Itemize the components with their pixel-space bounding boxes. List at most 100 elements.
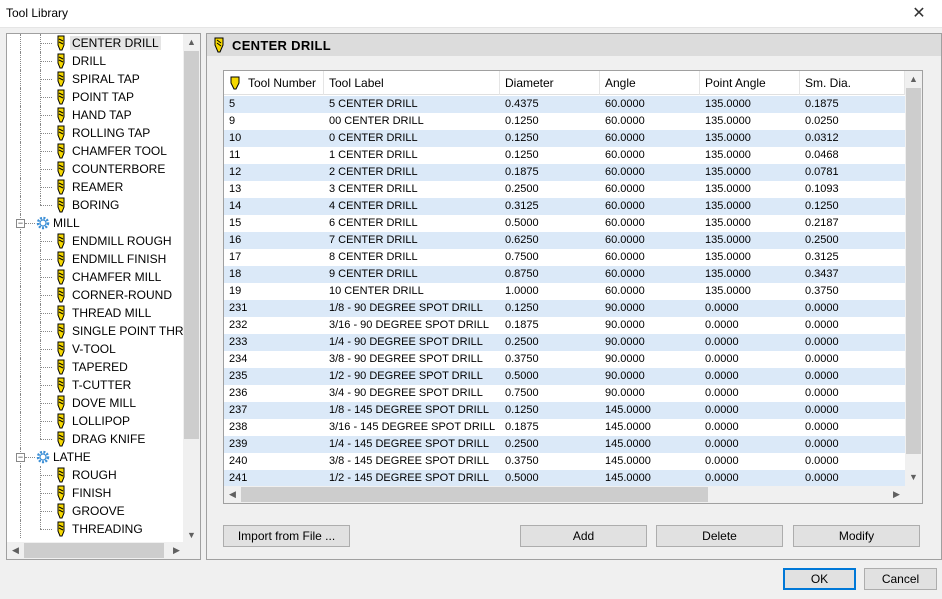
table-row[interactable]: 14 4 CENTER DRILL 0.3125 60.0000 135.0000 0.1…	[224, 198, 905, 215]
tool-grid[interactable]: Tool Number Tool Label Diameter Angle Po…	[223, 70, 923, 504]
tree-item[interactable]: THREADING	[7, 520, 185, 538]
tree-item[interactable]: LOLLIPOP	[7, 412, 185, 430]
tree-item[interactable]: BORING	[7, 196, 185, 214]
cell-angle: 145.0000	[605, 472, 651, 484]
tree-item[interactable]: SINGLE POINT THREA	[7, 322, 185, 340]
collapse-icon[interactable]: −	[16, 453, 25, 462]
cell-tool-label: 3/8 - 145 DEGREE SPOT DRILL	[329, 455, 489, 467]
table-row[interactable]: 235 1/2 - 90 DEGREE SPOT DRILL 0.5000 90.00…	[224, 368, 905, 385]
tree-item[interactable]: SPIRAL TAP	[7, 70, 185, 88]
grid-horizontal-scrollbar[interactable]: ◀ ▶	[224, 486, 905, 503]
delete-button[interactable]: Delete	[656, 525, 783, 547]
tree-item[interactable]: ROLLING TAP	[7, 124, 185, 142]
table-row[interactable]: 241 1/2 - 145 DEGREE SPOT DRILL 0.5000 145.…	[224, 470, 905, 486]
table-row[interactable]: 240 3/8 - 145 DEGREE SPOT DRILL 0.3750 145.…	[224, 453, 905, 470]
import-from-file-button[interactable]: Import from File ...	[223, 525, 350, 547]
tool-category-tree[interactable]: CENTER DRILL DRILL SPIRAL TAP POINT TAP HAND…	[6, 33, 201, 560]
table-row[interactable]: 18 9 CENTER DRILL 0.8750 60.0000 135.0000 0.3…	[224, 266, 905, 283]
table-row[interactable]: 236 3/4 - 90 DEGREE SPOT DRILL 0.7500 90.00…	[224, 385, 905, 402]
scroll-up-arrow-icon[interactable]: ▲	[183, 34, 200, 51]
tree-item[interactable]: REAMER	[7, 178, 185, 196]
table-row[interactable]: 19 10 CENTER DRILL 1.0000 60.0000 135.0000 0.…	[224, 283, 905, 300]
tree-item[interactable]: ENDMILL ROUGH	[7, 232, 185, 250]
tree-connector	[40, 187, 52, 188]
tree-item[interactable]: DOVE MILL	[7, 394, 185, 412]
column-header-angle[interactable]: Angle	[600, 71, 700, 95]
ok-button[interactable]: OK	[783, 568, 856, 590]
tree-horizontal-scrollbar[interactable]: ◀ ▶	[7, 542, 185, 559]
cell-point-angle: 0.0000	[705, 421, 739, 433]
column-header-point-angle[interactable]: Point Angle	[700, 71, 800, 95]
cell-point-angle: 135.0000	[705, 115, 751, 127]
cell-diameter: 0.1250	[505, 115, 539, 127]
tree-item[interactable]: GROOVE	[7, 502, 185, 520]
cell-angle: 60.0000	[605, 149, 645, 161]
cell-point-angle: 0.0000	[705, 404, 739, 416]
table-row[interactable]: 16 7 CENTER DRILL 0.6250 60.0000 135.0000 0.2…	[224, 232, 905, 249]
tree-item[interactable]: T-CUTTER	[7, 376, 185, 394]
table-row[interactable]: 238 3/16 - 145 DEGREE SPOT DRILL 0.1875 145…	[224, 419, 905, 436]
tree-item[interactable]: FINISH	[7, 484, 185, 502]
scroll-thumb[interactable]	[184, 51, 199, 439]
table-row[interactable]: 17 8 CENTER DRILL 0.7500 60.0000 135.0000 0.3…	[224, 249, 905, 266]
table-row[interactable]: 232 3/16 - 90 DEGREE SPOT DRILL 0.1875 90.0…	[224, 317, 905, 334]
column-header-diameter[interactable]: Diameter	[500, 71, 600, 95]
boring-icon	[57, 197, 65, 213]
scroll-down-arrow-icon[interactable]: ▼	[905, 469, 922, 486]
tree-item[interactable]: HAND TAP	[7, 106, 185, 124]
table-row[interactable]: 9 00 CENTER DRILL 0.1250 60.0000 135.0000 0.0…	[224, 113, 905, 130]
scroll-left-arrow-icon[interactable]: ◀	[224, 486, 241, 503]
column-header-tool-number[interactable]: Tool Number	[224, 71, 324, 95]
tree-item[interactable]: − LATHE	[7, 448, 185, 466]
column-header-sm-dia[interactable]: Sm. Dia.	[800, 71, 905, 95]
column-header-tool-label[interactable]: Tool Label	[324, 71, 500, 95]
scroll-thumb[interactable]	[241, 487, 708, 502]
table-row[interactable]: 239 1/4 - 145 DEGREE SPOT DRILL 0.2500 145.…	[224, 436, 905, 453]
tree-item[interactable]: CENTER DRILL	[7, 34, 185, 52]
lollipop-icon	[57, 413, 65, 429]
tree-item[interactable]: ENDMILL FINISH	[7, 250, 185, 268]
cell-point-angle: 135.0000	[705, 268, 751, 280]
table-row[interactable]: 13 3 CENTER DRILL 0.2500 60.0000 135.0000 0.1…	[224, 181, 905, 198]
table-row[interactable]: 234 3/8 - 90 DEGREE SPOT DRILL 0.3750 90.00…	[224, 351, 905, 368]
tree-item[interactable]: CHAMFER MILL	[7, 268, 185, 286]
table-row[interactable]: 237 1/8 - 145 DEGREE SPOT DRILL 0.1250 145.…	[224, 402, 905, 419]
scroll-thumb[interactable]	[906, 88, 921, 454]
tree-item[interactable]: CORNER-ROUND	[7, 286, 185, 304]
tree-item[interactable]: − MILL	[7, 214, 185, 232]
tree-item[interactable]: TAPERED	[7, 358, 185, 376]
table-row[interactable]: 15 6 CENTER DRILL 0.5000 60.0000 135.0000 0.2…	[224, 215, 905, 232]
collapse-icon[interactable]: −	[16, 219, 25, 228]
add-button[interactable]: Add	[520, 525, 647, 547]
cancel-button[interactable]: Cancel	[864, 568, 937, 590]
tree-item[interactable]: CHAMFER TOOL	[7, 142, 185, 160]
table-row[interactable]: 231 1/8 - 90 DEGREE SPOT DRILL 0.1250 90.00…	[224, 300, 905, 317]
scroll-right-arrow-icon[interactable]: ▶	[888, 486, 905, 503]
table-row[interactable]: 233 1/4 - 90 DEGREE SPOT DRILL 0.2500 90.00…	[224, 334, 905, 351]
scroll-thumb[interactable]	[24, 543, 164, 558]
cell-angle: 90.0000	[605, 353, 645, 365]
tree-item-label: TAPERED	[72, 360, 128, 374]
tree-item[interactable]: V-TOOL	[7, 340, 185, 358]
table-row[interactable]: 5 5 CENTER DRILL 0.4375 60.0000 135.0000 0.18…	[224, 96, 905, 113]
cell-point-angle: 0.0000	[705, 336, 739, 348]
table-row[interactable]: 11 1 CENTER DRILL 0.1250 60.0000 135.0000 0.0…	[224, 147, 905, 164]
tool-panel: CENTER DRILL Tool Number Tool Label Diam…	[206, 33, 942, 560]
tree-item[interactable]: THREAD MILL	[7, 304, 185, 322]
close-icon[interactable]: ✕	[896, 0, 942, 28]
cell-diameter: 0.5000	[505, 370, 539, 382]
tree-item[interactable]: DRAG KNIFE	[7, 430, 185, 448]
tree-vertical-scrollbar[interactable]: ▲ ▼	[183, 34, 200, 544]
tree-connector	[40, 196, 41, 205]
scroll-up-arrow-icon[interactable]: ▲	[905, 71, 922, 88]
tree-item[interactable]: COUNTERBORE	[7, 160, 185, 178]
tree-item[interactable]: ROUGH	[7, 466, 185, 484]
tree-item[interactable]: POINT TAP	[7, 88, 185, 106]
table-row[interactable]: 12 2 CENTER DRILL 0.1875 60.0000 135.0000 0.0…	[224, 164, 905, 181]
grid-vertical-scrollbar[interactable]: ▲ ▼	[905, 71, 922, 486]
tree-item[interactable]: DRILL	[7, 52, 185, 70]
modify-button[interactable]: Modify	[793, 525, 920, 547]
cell-tool-label: 00 CENTER DRILL	[329, 115, 424, 127]
table-row[interactable]: 10 0 CENTER DRILL 0.1250 60.0000 135.0000 0.0…	[224, 130, 905, 147]
scroll-left-arrow-icon[interactable]: ◀	[7, 542, 24, 559]
